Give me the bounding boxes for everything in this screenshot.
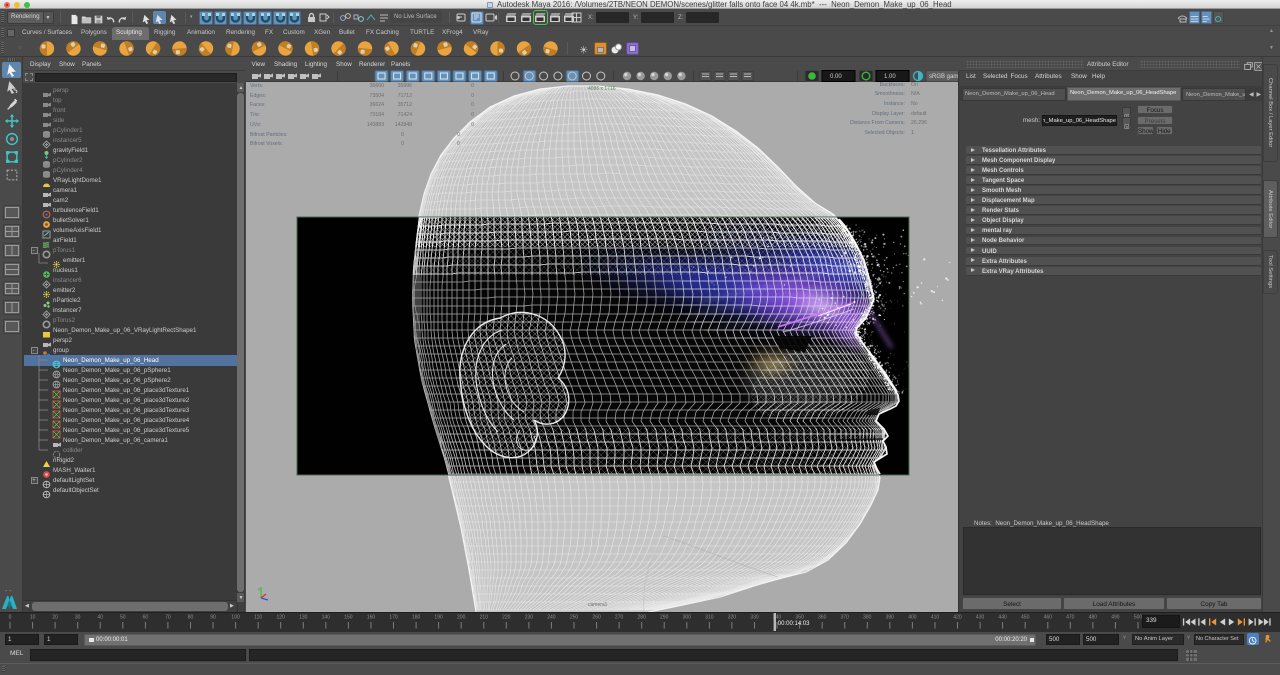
svg-text:100: 100 (231, 615, 240, 621)
svg-text:460: 460 (1044, 615, 1053, 621)
svg-text:480: 480 (1089, 615, 1098, 621)
svg-text:130: 130 (299, 615, 308, 621)
svg-text:110: 110 (254, 615, 262, 621)
svg-text:00:00:14:03: 00:00:14:03 (778, 621, 810, 627)
svg-text:450: 450 (1021, 615, 1030, 621)
svg-text:220: 220 (502, 615, 511, 621)
svg-text:400: 400 (908, 615, 917, 621)
svg-text:410: 410 (931, 615, 940, 621)
svg-text:380: 380 (863, 615, 872, 621)
svg-text:120: 120 (277, 615, 286, 621)
svg-text:250: 250 (570, 615, 579, 621)
svg-text:490: 490 (1111, 615, 1120, 621)
svg-text:330: 330 (750, 615, 759, 621)
svg-text:y: y (258, 586, 260, 591)
svg-text:270: 270 (615, 615, 624, 621)
svg-text:420: 420 (953, 615, 962, 621)
svg-text:230: 230 (525, 615, 534, 621)
svg-text:180: 180 (412, 615, 421, 621)
svg-text:390: 390 (886, 615, 895, 621)
svg-text:300: 300 (683, 615, 692, 621)
svg-text:30: 30 (75, 615, 81, 621)
svg-text:50: 50 (120, 615, 126, 621)
svg-text:360: 360 (818, 615, 827, 621)
svg-text:470: 470 (1066, 615, 1075, 621)
svg-text:310: 310 (705, 615, 714, 621)
svg-text:350: 350 (795, 615, 804, 621)
svg-text:440: 440 (998, 615, 1007, 621)
svg-text:260: 260 (592, 615, 601, 621)
svg-text:280: 280 (638, 615, 647, 621)
svg-text:20: 20 (52, 615, 58, 621)
svg-text:170: 170 (389, 615, 398, 621)
svg-text:210: 210 (480, 615, 489, 621)
svg-text:70: 70 (165, 615, 171, 621)
svg-text:290: 290 (660, 615, 669, 621)
svg-text:150: 150 (344, 615, 353, 621)
svg-text:200: 200 (457, 615, 466, 621)
svg-text:190: 190 (434, 615, 443, 621)
svg-text:90: 90 (210, 615, 216, 621)
svg-text:60: 60 (143, 615, 149, 621)
svg-text:430: 430 (976, 615, 985, 621)
svg-text:160: 160 (367, 615, 376, 621)
svg-text:40: 40 (97, 615, 103, 621)
svg-text:240: 240 (547, 615, 556, 621)
svg-text:370: 370 (841, 615, 850, 621)
svg-text:320: 320 (728, 615, 737, 621)
svg-text:80: 80 (188, 615, 194, 621)
svg-text:0: 0 (9, 615, 12, 621)
svg-text:140: 140 (322, 615, 331, 621)
svg-text:10: 10 (30, 615, 36, 621)
